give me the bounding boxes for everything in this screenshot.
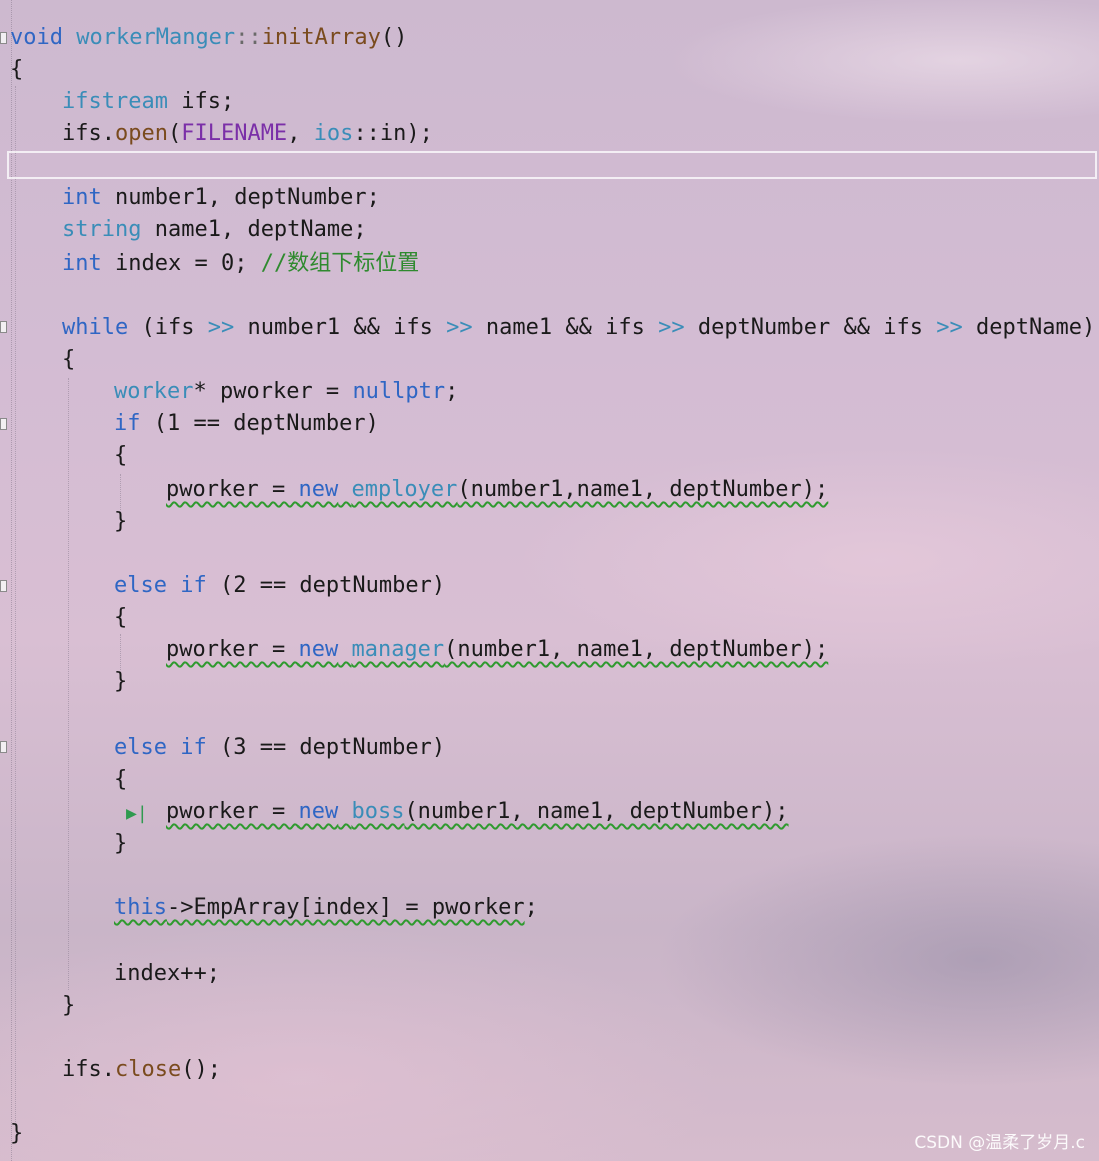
fold-toggle-icon[interactable]	[0, 321, 7, 333]
code-editor[interactable]: void workerManger::initArray() { ifstrea…	[0, 0, 1099, 1161]
code-line-21[interactable]: pworker = new boss(number1, name1, deptN…	[166, 796, 789, 828]
code-line-19[interactable]: else if (3 == deptNumber)	[114, 732, 445, 764]
code-line-11[interactable]: if (1 == deptNumber)	[114, 408, 379, 440]
fold-toggle-icon[interactable]	[0, 418, 7, 430]
indent-guide	[68, 378, 69, 990]
current-line-highlight	[7, 151, 1097, 179]
code-line-25[interactable]: }	[62, 990, 75, 1022]
code-line-8[interactable]: while (ifs >> number1 && ifs >> name1 &&…	[62, 312, 1095, 344]
code-line-6[interactable]: string name1, deptName;	[62, 214, 367, 246]
code-line-2[interactable]: {	[10, 54, 23, 86]
code-line-16[interactable]: {	[114, 602, 127, 634]
code-line-26[interactable]: ifs.close();	[62, 1054, 221, 1086]
code-line-13[interactable]: pworker = new employer(number1,name1, de…	[166, 474, 828, 506]
code-line-12[interactable]: {	[114, 440, 127, 472]
indent-guide	[120, 634, 121, 670]
code-line-24[interactable]: index++;	[114, 958, 220, 990]
code-line-4[interactable]: ifs.open(FILENAME, ios::in);	[62, 118, 433, 150]
code-line-9[interactable]: {	[62, 344, 75, 376]
fold-toggle-icon[interactable]	[0, 741, 7, 753]
code-line-15[interactable]: else if (2 == deptNumber)	[114, 570, 445, 602]
code-line-1[interactable]: void workerManger::initArray()	[10, 22, 407, 54]
fold-toggle-icon[interactable]	[0, 580, 7, 592]
code-line-14[interactable]: }	[114, 506, 127, 538]
code-line-18[interactable]: }	[114, 666, 127, 698]
code-line-23[interactable]: this->EmpArray[index] = pworker;	[114, 892, 538, 924]
code-line-10[interactable]: worker* pworker = nullptr;	[114, 376, 458, 408]
code-line-3[interactable]: ifstream ifs;	[62, 86, 234, 118]
breakpoint-arrow-icon[interactable]: ▶|	[126, 803, 148, 824]
code-line-5[interactable]: int number1, deptNumber;	[62, 182, 380, 214]
indent-guide	[120, 474, 121, 510]
watermark-text: CSDN @温柔了岁月.c	[914, 1133, 1085, 1153]
code-line-27[interactable]: }	[10, 1118, 23, 1150]
code-line-20[interactable]: {	[114, 764, 127, 796]
code-line-7[interactable]: int index = 0; //数组下标位置	[62, 248, 419, 280]
code-line-22[interactable]: }	[114, 828, 127, 860]
indent-guide	[15, 86, 16, 1126]
code-line-17[interactable]: pworker = new manager(number1, name1, de…	[166, 634, 828, 666]
fold-toggle-icon[interactable]	[0, 32, 7, 44]
